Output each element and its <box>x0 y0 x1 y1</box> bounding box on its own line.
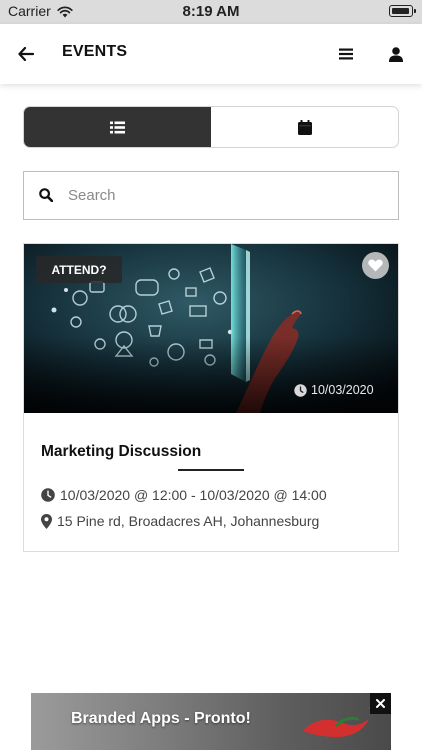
event-datetime-row: 10/03/2020 @ 12:00 - 10/03/2020 @ 14:00 <box>41 487 327 503</box>
user-icon <box>389 46 403 62</box>
status-time: 8:19 AM <box>182 3 240 20</box>
menu-button[interactable] <box>332 40 360 68</box>
ad-close-button[interactable] <box>370 693 391 714</box>
heart-icon <box>368 259 383 272</box>
hamburger-icon <box>339 48 353 60</box>
battery-icon <box>389 5 416 17</box>
search-input[interactable] <box>68 172 388 219</box>
title-underline <box>178 469 244 471</box>
calendar-icon <box>297 119 312 135</box>
image-date-overlay: 10/03/2020 <box>294 383 374 397</box>
event-location-row: 15 Pine rd, Broadacres AH, Johannesburg <box>41 513 319 529</box>
search-box <box>23 171 399 220</box>
arrow-left-icon <box>18 47 34 61</box>
ad-banner[interactable]: Branded Apps - Pronto! <box>31 693 391 750</box>
attend-badge[interactable]: ATTEND? <box>36 256 122 283</box>
list-view-tab[interactable] <box>24 107 211 147</box>
back-button[interactable] <box>12 40 40 68</box>
image-date-text: 10/03/2020 <box>311 383 374 397</box>
calendar-view-tab[interactable] <box>211 107 398 147</box>
close-icon <box>376 699 385 708</box>
view-toggle <box>23 106 399 148</box>
list-icon <box>110 121 125 133</box>
event-image: ATTEND? 10/03/2020 <box>24 244 398 413</box>
event-datetime: 10/03/2020 @ 12:00 - 10/03/2020 @ 14:00 <box>60 487 327 503</box>
event-title[interactable]: Marketing Discussion <box>41 443 201 461</box>
event-card[interactable]: ATTEND? 10/03/2020 Marketing Discussion … <box>23 243 399 552</box>
favorite-button[interactable] <box>362 252 389 279</box>
ad-text: Branded Apps - Pronto! <box>71 710 251 727</box>
status-bar: Carrier 8:19 AM <box>0 0 422 24</box>
profile-button[interactable] <box>382 40 410 68</box>
event-location: 15 Pine rd, Broadacres AH, Johannesburg <box>57 513 320 529</box>
map-marker-icon <box>41 513 52 529</box>
clock-icon <box>41 488 55 502</box>
page-title: EVENTS <box>62 43 128 60</box>
app-header: EVENTS <box>0 24 422 84</box>
clock-icon <box>294 383 307 397</box>
search-icon <box>39 188 54 207</box>
